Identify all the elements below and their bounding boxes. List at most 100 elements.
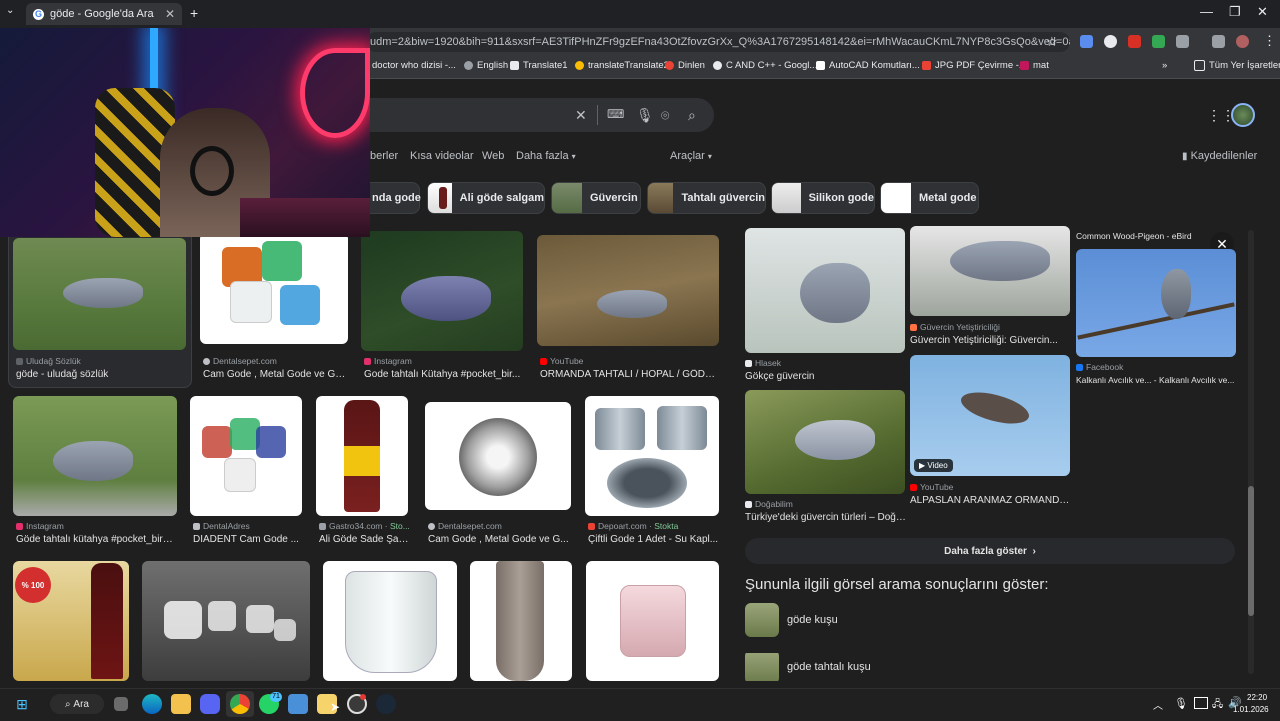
chip-filter[interactable]: Ali göde salgam — [427, 182, 545, 214]
clock-date[interactable]: 1.01.2026 — [1233, 705, 1269, 714]
bookmark-star-icon[interactable]: ☆ — [1046, 34, 1058, 50]
result-image[interactable] — [316, 396, 408, 516]
taskbar-search[interactable]: ⌕ Ara — [50, 694, 104, 714]
extension-red-icon[interactable] — [1128, 35, 1141, 48]
more-results-button[interactable]: Daha fazla göster › — [745, 538, 1235, 564]
maximize-button[interactable]: ❐ — [1229, 4, 1241, 20]
bookmark-item[interactable]: English — [464, 60, 508, 71]
lens-icon[interactable]: ⌾ — [661, 107, 669, 124]
tab-news[interactable]: berler — [370, 150, 398, 162]
result-caption[interactable]: Gode tahtalı Kütahya #pocket_bir... — [364, 369, 524, 380]
result-image[interactable] — [537, 235, 719, 346]
result-caption[interactable]: DIADENT Cam Gode ... — [193, 534, 303, 545]
file-explorer-icon[interactable] — [171, 694, 191, 714]
steam-icon[interactable] — [376, 694, 396, 714]
chip-filter[interactable]: Silikon gode — [771, 182, 875, 214]
profile-avatar-icon[interactable] — [1236, 35, 1249, 48]
tab-more[interactable]: Daha fazla ▾ — [516, 150, 576, 162]
bookmarks-overflow-icon[interactable]: » — [1162, 60, 1167, 71]
photos-icon[interactable] — [288, 694, 308, 714]
side-image[interactable] — [745, 390, 905, 494]
tab-short-videos[interactable]: Kısa videolar — [410, 150, 474, 162]
saved-button[interactable]: ▮ Kaydedilenler — [1182, 150, 1257, 162]
scrollbar-thumb[interactable] — [1248, 486, 1254, 616]
tab-web[interactable]: Web — [482, 150, 504, 162]
result-image[interactable] — [190, 396, 302, 516]
discord-icon[interactable] — [200, 694, 220, 714]
chip-filter[interactable]: Metal gode — [880, 182, 979, 214]
result-image[interactable] — [585, 396, 719, 516]
bookmark-item[interactable]: C AND C++ - Googl... — [713, 60, 817, 71]
side-image[interactable] — [1076, 249, 1236, 357]
search-icon[interactable]: ⌕ — [688, 107, 696, 124]
side-image[interactable] — [910, 226, 1070, 316]
close-window-button[interactable]: ✕ — [1257, 4, 1268, 20]
result-caption[interactable]: göde - uludağ sözlük — [16, 369, 184, 380]
bookmark-item[interactable]: Translate1 — [510, 60, 568, 71]
chrome-icon[interactable] — [230, 694, 250, 714]
result-image[interactable] — [470, 561, 572, 681]
bookmark-item[interactable]: Dinlen — [665, 60, 705, 71]
chip-filter[interactable]: Güvercin — [551, 182, 641, 214]
tools-button[interactable]: Araçlar ▾ — [670, 150, 712, 162]
side-caption[interactable]: ALPASLAN ARANMAZ ORMANDA... — [910, 495, 1070, 506]
side-caption[interactable]: Güvercin Yetiştiriciliği: Güvercin... — [910, 335, 1070, 346]
reading-list-icon[interactable] — [1212, 35, 1225, 48]
extension-translate-icon[interactable] — [1080, 35, 1093, 48]
result-caption[interactable]: Çiftli Gode 1 Adet - Su Kapl... — [588, 534, 720, 545]
side-image[interactable]: ▶ Video — [910, 355, 1070, 476]
extension-green-icon[interactable] — [1152, 35, 1165, 48]
result-image[interactable]: % 100 — [13, 561, 129, 681]
result-image[interactable] — [323, 561, 457, 681]
new-tab-button[interactable]: + — [190, 5, 198, 21]
result-source: Instagram — [364, 356, 412, 366]
address-bar[interactable]: udm=2&biw=1920&bih=911&sxsrf=AE3TifPHnZF… — [366, 32, 1070, 52]
all-bookmarks-folder[interactable]: Tüm Yer İşaretleri — [1194, 60, 1280, 71]
keyboard-icon[interactable]: ⌨ — [607, 107, 624, 121]
edge-icon[interactable] — [142, 694, 162, 714]
chip-filter[interactable]: Tahtalı güvercin — [647, 182, 766, 214]
side-caption[interactable]: Kalkanlı Avcılık ve... - Kalkanlı Avcılı… — [1076, 375, 1238, 385]
extensions-puzzle-icon[interactable] — [1176, 35, 1189, 48]
result-caption[interactable]: Ali Göde Sade Şal... — [319, 534, 409, 545]
related-item[interactable]: göde kuşu — [745, 603, 838, 637]
result-caption[interactable]: Cam Gode , Metal Gode ve Go... — [203, 369, 348, 380]
result-caption[interactable]: ORMANDA TAHTALI / HOPAL / GÖDE ... — [540, 369, 720, 380]
result-image[interactable] — [13, 396, 177, 516]
result-image[interactable] — [361, 231, 523, 351]
result-caption[interactable]: Cam Gode , Metal Gode ve G... — [428, 534, 573, 545]
tray-overflow-icon[interactable]: ︿ — [1153, 697, 1163, 712]
related-item[interactable]: göde tahtalı kuşu — [745, 653, 871, 681]
network-icon[interactable]: 🖧 — [1212, 697, 1223, 714]
display-tray-icon[interactable] — [1194, 697, 1208, 709]
bookmark-item[interactable]: AutoCAD Komutları... — [816, 60, 920, 71]
bookmark-item[interactable]: JPG PDF Çevirme -... — [922, 60, 1027, 71]
side-image[interactable] — [745, 228, 905, 353]
bookmark-item[interactable]: doctor who dizisi -... — [372, 60, 456, 71]
discount-badge: % 100 — [15, 567, 51, 603]
windows-start-icon[interactable]: ⊞ — [12, 694, 32, 714]
side-caption[interactable]: Common Wood-Pigeon - eBird — [1076, 231, 1216, 241]
task-view-icon[interactable] — [114, 697, 128, 711]
browser-tab[interactable]: G göde - Google'da Ara ✕ — [26, 3, 182, 25]
result-image[interactable] — [586, 561, 719, 681]
microphone-icon[interactable]: 🎙 — [636, 107, 654, 124]
result-image[interactable] — [200, 233, 348, 344]
result-caption[interactable]: Göde tahtalı kütahya #pocket_bird... — [16, 534, 176, 545]
extension-github-icon[interactable] — [1104, 35, 1117, 48]
bookmark-item[interactable]: translateTranslate2 — [575, 60, 669, 71]
result-image[interactable] — [142, 561, 310, 681]
minimize-button[interactable]: — — [1200, 4, 1213, 19]
account-avatar[interactable] — [1231, 103, 1255, 127]
browser-menu-icon[interactable]: ⋮ — [1263, 33, 1276, 49]
side-caption[interactable]: Gökçe güvercin — [745, 371, 905, 382]
tab-search-button[interactable]: ⌄ — [6, 5, 20, 19]
side-caption[interactable]: Türkiye'deki güvercin türleri – Doğabili… — [745, 512, 910, 523]
microphone-tray-icon[interactable]: 🎙 — [1174, 697, 1188, 710]
clear-search-icon[interactable]: ✕ — [575, 107, 587, 124]
tab-close-icon[interactable]: ✕ — [165, 7, 175, 21]
result-image[interactable] — [425, 402, 571, 510]
result-image[interactable] — [13, 238, 186, 350]
clock-time[interactable]: 22:20 — [1247, 693, 1267, 702]
bookmark-item[interactable]: mat — [1020, 60, 1049, 71]
